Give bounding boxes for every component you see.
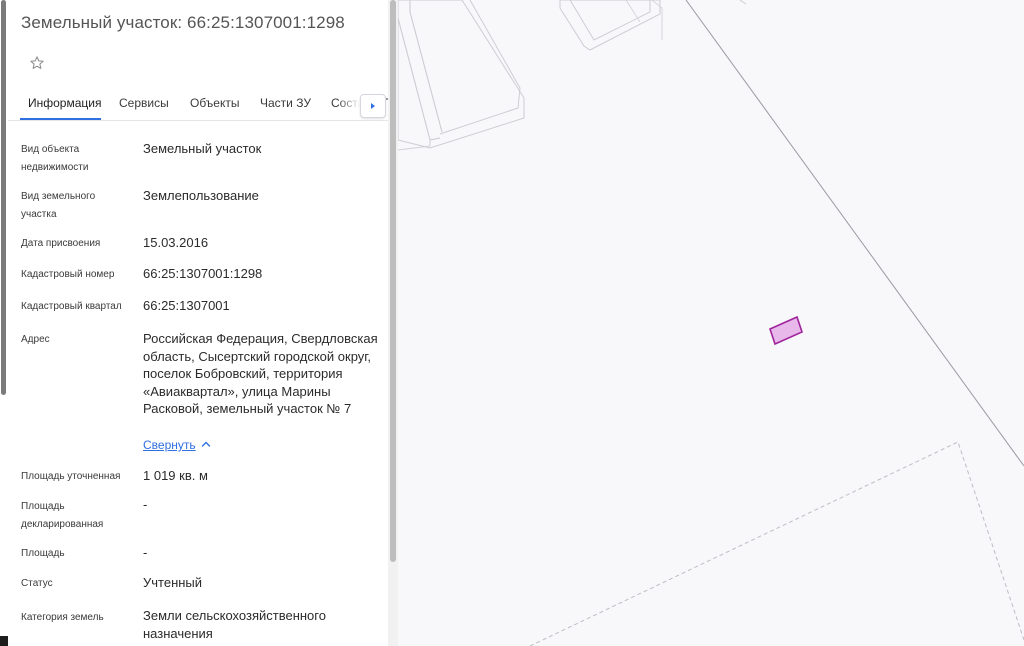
land-type-value: Землепользование: [143, 188, 259, 203]
tab-fade: [338, 90, 360, 119]
outer-scrollbar-thumb[interactable]: [1, 0, 6, 395]
tabs-next-button[interactable]: [360, 94, 386, 118]
page-title: Земельный участок: 66:25:1307001:1298: [21, 13, 345, 32]
chevron-up-icon[interactable]: [199, 437, 213, 451]
area-declared-value: -: [143, 497, 148, 512]
panel-scrollbar-thumb[interactable]: [390, 0, 396, 562]
cadastral-number-label: Кадастровый номер: [21, 269, 115, 280]
status-value: Учтенный: [143, 575, 203, 590]
selected-parcel-shape[interactable]: [769, 315, 803, 346]
assigned-date-value: 15.03.2016: [143, 235, 209, 250]
outer-scrollbar-corner: [0, 636, 8, 646]
outer-scrollbar[interactable]: [0, 0, 8, 646]
map-boundary-line: [439, 0, 521, 135]
tab-objects[interactable]: Объекты: [190, 96, 240, 110]
tab-bar: Информация Сервисы Объекты Части ЗУ Сост…: [8, 90, 388, 121]
star-outline-icon: [30, 56, 44, 69]
cadastral-number-value: 66:25:1307001:1298: [143, 266, 263, 281]
assigned-date-label: Дата присвоения: [21, 238, 101, 249]
tab-information[interactable]: Информация: [28, 96, 101, 110]
land-category-label: Категория земель: [21, 612, 104, 623]
panel-scrollbar[interactable]: [388, 0, 398, 646]
address-value: Российская Федерация, Свердловская облас…: [143, 331, 378, 417]
map-boundary-line: [569, 0, 651, 41]
land-category-value: Земли сельскохозяйственного назначения: [143, 608, 326, 641]
object-type-label: Вид объекта недвижимости: [21, 144, 89, 173]
map-boundary-line: [409, 0, 443, 133]
address-label: Адрес: [21, 334, 50, 345]
tab-services[interactable]: Сервисы: [119, 96, 169, 110]
area-label: Площадь: [21, 548, 65, 559]
map-boundary-line: [625, 0, 641, 23]
map-dashed-boundary: [529, 441, 1024, 646]
chevron-right-icon: [371, 103, 375, 109]
land-type-label: Вид земельного участка: [21, 191, 96, 220]
map-boundary-line: [739, 0, 747, 5]
info-panel: Земельный участок: 66:25:1307001:1298 Ин…: [8, 0, 388, 646]
area-refined-label: Площадь уточненная: [21, 471, 121, 482]
area-refined-value: 1 019 кв. м: [143, 468, 208, 483]
area-declared-label: Площадь декларированная: [21, 501, 104, 530]
map-road-line: [685, 0, 1024, 467]
map-boundary-line: [397, 0, 441, 141]
cadastral-quarter-value: 66:25:1307001: [143, 298, 230, 313]
tab-parcel-parts[interactable]: Части ЗУ: [260, 96, 311, 110]
active-tab-indicator: [20, 118, 101, 120]
map-block-outline: [397, 0, 525, 149]
area-value: -: [143, 545, 148, 560]
status-label: Статус: [21, 578, 53, 589]
favorite-button[interactable]: [26, 52, 48, 74]
object-type-value: Земельный участок: [143, 141, 262, 156]
cadastral-quarter-label: Кадастровый квартал: [21, 301, 122, 312]
collapse-address-link[interactable]: Свернуть: [143, 438, 196, 452]
